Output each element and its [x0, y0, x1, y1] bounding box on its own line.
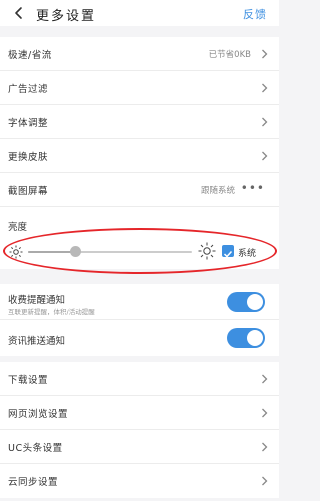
setting-label: 截图屏幕	[8, 186, 49, 197]
setting-row-browsing[interactable]: 网页浏览设置	[0, 396, 279, 430]
setting-label: 收费提醒通知	[8, 295, 66, 306]
chevron-right-icon	[262, 117, 268, 127]
setting-row-uc-headlines[interactable]: UC头条设置	[0, 430, 279, 464]
setting-label: 网页浏览设置	[8, 409, 69, 420]
settings-group-other: 下载设置 网页浏览设置 UC头条设置 云同步设置	[0, 362, 279, 498]
setting-row-charge-notify: 收费提醒通知 互联更新提醒，体积/活动提醒	[0, 284, 279, 320]
top-bar: 更多设置 反馈	[0, 0, 279, 26]
brightness-slider[interactable]	[28, 251, 192, 253]
setting-description: 互联更新提醒，体积/活动提醒	[8, 308, 95, 316]
setting-label: 资讯推送通知	[8, 336, 66, 347]
setting-row-screen[interactable]: 截图屏幕 跟随系统 •••	[0, 173, 279, 207]
setting-label: 下载设置	[8, 375, 49, 386]
chevron-right-icon	[262, 442, 268, 452]
more-icon[interactable]: •••	[241, 181, 265, 195]
feedback-button[interactable]: 反馈	[243, 6, 267, 22]
setting-label: 字体调整	[8, 118, 49, 129]
setting-label: 极速/省流	[8, 50, 52, 61]
chevron-right-icon	[262, 408, 268, 418]
brightness-low-icon	[9, 245, 23, 259]
setting-label: 云同步设置	[8, 477, 59, 488]
brightness-slider-thumb[interactable]	[70, 246, 82, 257]
follow-system-checkbox[interactable]	[222, 245, 234, 258]
setting-row-download[interactable]: 下载设置	[0, 362, 279, 396]
setting-label: 广告过滤	[8, 84, 49, 95]
back-arrow-icon[interactable]	[12, 6, 26, 20]
setting-row-speed-saving[interactable]: 极速/省流 已节省0KB	[0, 37, 279, 71]
follow-system-label: 系统	[238, 249, 257, 259]
chevron-right-icon	[262, 49, 268, 59]
chevron-right-icon	[262, 151, 268, 161]
checkmark-icon	[223, 250, 233, 258]
setting-row-cloud-sync[interactable]: 云同步设置	[0, 464, 279, 498]
page-title: 更多设置	[36, 9, 97, 24]
brightness-slider-fill	[28, 251, 76, 253]
chevron-right-icon	[262, 374, 268, 384]
chevron-right-icon	[262, 83, 268, 93]
setting-row-news-push: 资讯推送通知	[0, 320, 279, 356]
toggle-knob	[247, 330, 263, 346]
setting-value: 已节省0KB	[208, 50, 251, 60]
setting-row-skin[interactable]: 更换皮肤	[0, 139, 279, 173]
settings-group-notifications: 收费提醒通知 互联更新提醒，体积/活动提醒 资讯推送通知	[0, 284, 279, 356]
brightness-label: 亮度	[8, 222, 28, 233]
settings-group-general: 极速/省流 已节省0KB 广告过滤 字体调整 更换皮肤 截图屏幕 跟随系统 ••…	[0, 37, 279, 274]
setting-value: 跟随系统	[200, 186, 235, 196]
news-push-toggle[interactable]	[227, 328, 265, 348]
setting-label: 更换皮肤	[8, 152, 49, 163]
chevron-right-icon	[262, 476, 268, 486]
setting-label: UC头条设置	[8, 443, 63, 454]
toggle-knob	[247, 294, 263, 310]
charge-notify-toggle[interactable]	[227, 292, 265, 312]
brightness-high-icon	[198, 242, 216, 260]
setting-row-ad-filter[interactable]: 广告过滤	[0, 71, 279, 105]
brightness-control: 亮度 系统	[0, 207, 279, 274]
setting-row-font-size[interactable]: 字体调整	[0, 105, 279, 139]
